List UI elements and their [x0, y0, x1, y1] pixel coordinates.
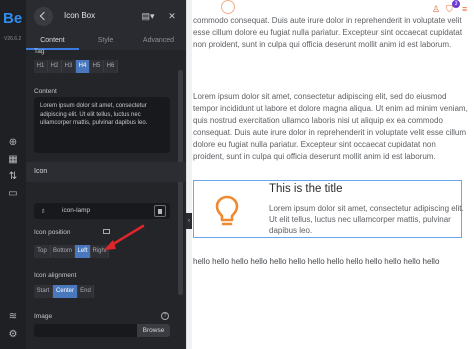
- sort-icon[interactable]: ⇅: [6, 170, 20, 184]
- icon-box-text: Lorem ipsum dolor sit amet, consectetur …: [269, 204, 464, 235]
- stack-icon[interactable]: ≋: [6, 310, 20, 324]
- panel-title: Icon Box: [64, 11, 96, 20]
- close-icon[interactable]: ✕: [165, 9, 179, 23]
- icon-alignment-selector: Start Center End: [34, 285, 94, 298]
- image-url-input[interactable]: [34, 324, 137, 337]
- image-label: Image: [34, 313, 53, 320]
- lamp-icon: ♁: [40, 206, 46, 215]
- icon-position-label: Icon position: [34, 229, 71, 236]
- icon-alignment-label: Icon alignment: [34, 272, 77, 279]
- hello-text: hello hello hello hello hello hello hell…: [193, 257, 440, 266]
- align-end-button[interactable]: End: [78, 285, 94, 298]
- tag-option-h3[interactable]: H3: [62, 60, 76, 73]
- page-canvas: [186, 0, 474, 349]
- position-bottom-button[interactable]: Bottom: [51, 245, 75, 258]
- tab-advanced[interactable]: Advanced: [132, 34, 185, 50]
- content-textarea[interactable]: Lorem ipsum dolor sit amet, consectetur …: [34, 97, 170, 153]
- widget-menu-icon[interactable]: ▤▾: [141, 9, 155, 23]
- align-start-button[interactable]: Start: [34, 285, 53, 298]
- element-settings-panel: Icon Box ▤▾ ✕ Content Style Advanced Tag…: [26, 0, 186, 349]
- be-logo: Be: [3, 10, 23, 27]
- add-icon[interactable]: ⊕: [6, 136, 20, 150]
- preview-icon[interactable]: ▭: [6, 187, 20, 201]
- tag-label: Tag: [34, 48, 45, 55]
- body-paragraph: Lorem ipsum dolor sit amet, consectetur …: [193, 92, 468, 161]
- body-paragraph: commodo consequat. Duis aute irure dolor…: [193, 16, 463, 49]
- tab-style[interactable]: Style: [79, 34, 132, 50]
- icon-position-selector: Top Bottom Left Right: [34, 245, 109, 258]
- tag-option-h6[interactable]: H6: [104, 60, 118, 73]
- icon-section-header[interactable]: Icon: [26, 162, 186, 182]
- icon-value: icon-lamp: [62, 207, 91, 214]
- user-icon[interactable]: ♙: [432, 3, 440, 15]
- panel-tabs: Content Style Advanced: [26, 34, 186, 50]
- menu-icon[interactable]: ≡: [462, 3, 467, 15]
- content-label: Content: [34, 88, 57, 95]
- position-right-button[interactable]: Right: [91, 245, 109, 258]
- browse-button[interactable]: Browse: [137, 324, 170, 337]
- panel-scrollbar[interactable]: [178, 70, 183, 295]
- tag-selector: H1 H2 H3 H4 H5 H6: [34, 60, 118, 73]
- align-center-button[interactable]: Center: [53, 285, 78, 298]
- tag-option-h5[interactable]: H5: [90, 60, 104, 73]
- layers-icon[interactable]: ▦: [6, 153, 20, 167]
- settings-icon[interactable]: ⚙: [6, 328, 20, 342]
- position-left-button[interactable]: Left: [75, 245, 91, 258]
- lightbulb-icon: [215, 195, 239, 226]
- back-button[interactable]: [34, 7, 53, 26]
- help-icon[interactable]: ?: [161, 312, 169, 320]
- left-rail: Be V26.6.2 ⊕ ▦ ⇅ ▭ ≋ ⚙: [0, 0, 26, 349]
- collapse-panel-button[interactable]: ‹: [186, 213, 192, 229]
- site-logo: [221, 0, 235, 14]
- tag-option-h4[interactable]: H4: [76, 60, 90, 73]
- tag-option-h2[interactable]: H2: [48, 60, 62, 73]
- cart-count-badge: 3: [452, 0, 460, 8]
- icon-box-widget[interactable]: This is the title Lorem ipsum dolor sit …: [193, 180, 464, 238]
- icon-picker-field[interactable]: ♁ icon-lamp: [34, 203, 170, 219]
- icon-box-title: This is the title: [269, 183, 343, 195]
- tag-option-h1[interactable]: H1: [34, 60, 48, 73]
- position-top-button[interactable]: Top: [34, 245, 51, 258]
- panel-header: Icon Box ▤▾ ✕: [26, 0, 186, 34]
- icon-section-label: Icon: [34, 168, 48, 175]
- panel-divider[interactable]: [186, 0, 192, 349]
- trash-icon[interactable]: [154, 205, 166, 217]
- version-label: V26.6.2: [4, 36, 22, 42]
- responsive-desktop-icon[interactable]: [103, 229, 110, 234]
